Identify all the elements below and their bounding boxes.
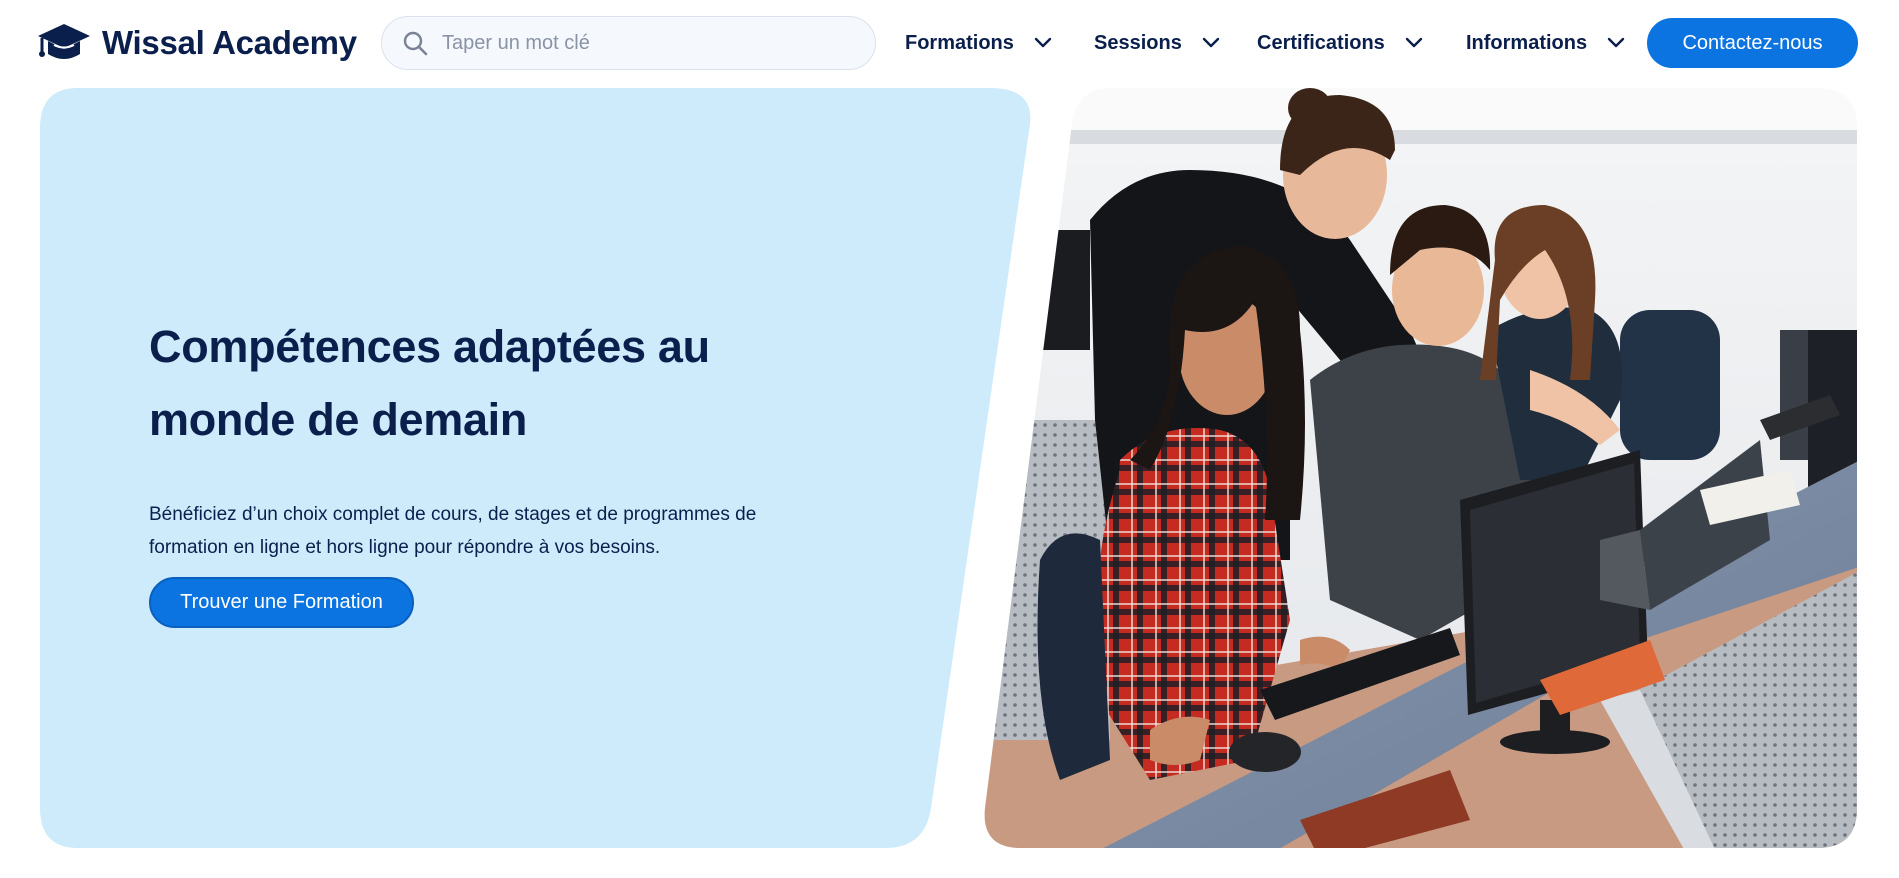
hero-title: Compétences adaptées au monde de demain — [149, 310, 869, 456]
top-navigation: Wissal Academy Formations Sessions Certi… — [0, 0, 1899, 86]
hero-title-line: Compétences adaptées au — [149, 321, 710, 372]
nav-item-formations[interactable]: Formations — [905, 27, 1052, 59]
hero-title-line: monde de demain — [149, 394, 528, 445]
nav-item-label: Certifications — [1257, 31, 1385, 54]
find-training-button[interactable]: Trouver une Formation — [149, 577, 414, 628]
nav-item-certifications[interactable]: Certifications — [1257, 27, 1423, 59]
nav-item-informations[interactable]: Informations — [1466, 27, 1625, 59]
search-input[interactable] — [440, 23, 860, 63]
students-at-computers-photo — [984, 88, 1857, 848]
search-bar[interactable] — [381, 16, 876, 70]
chevron-down-icon — [1607, 37, 1625, 48]
hero-description: Bénéficiez d’un choix complet de cours, … — [149, 498, 849, 564]
chevron-down-icon — [1405, 37, 1423, 48]
hero-description-line: formation en ligne et hors ligne pour ré… — [149, 537, 661, 558]
search-icon — [403, 31, 428, 56]
brand-logo[interactable]: Wissal Academy — [36, 22, 357, 64]
nav-item-label: Formations — [905, 31, 1014, 54]
nav-item-sessions[interactable]: Sessions — [1094, 27, 1220, 59]
nav-item-label: Informations — [1466, 31, 1588, 54]
nav-item-label: Sessions — [1094, 31, 1182, 54]
brand-name: Wissal Academy — [102, 24, 357, 61]
hero-content: Compétences adaptées au monde de demain … — [149, 310, 869, 564]
contact-button[interactable]: Contactez-nous — [1647, 18, 1858, 68]
chevron-down-icon — [1034, 37, 1052, 48]
hero-description-line: Bénéficiez d’un choix complet de cours, … — [149, 504, 757, 525]
chevron-down-icon — [1202, 37, 1220, 48]
graduation-cap-icon — [38, 24, 90, 59]
